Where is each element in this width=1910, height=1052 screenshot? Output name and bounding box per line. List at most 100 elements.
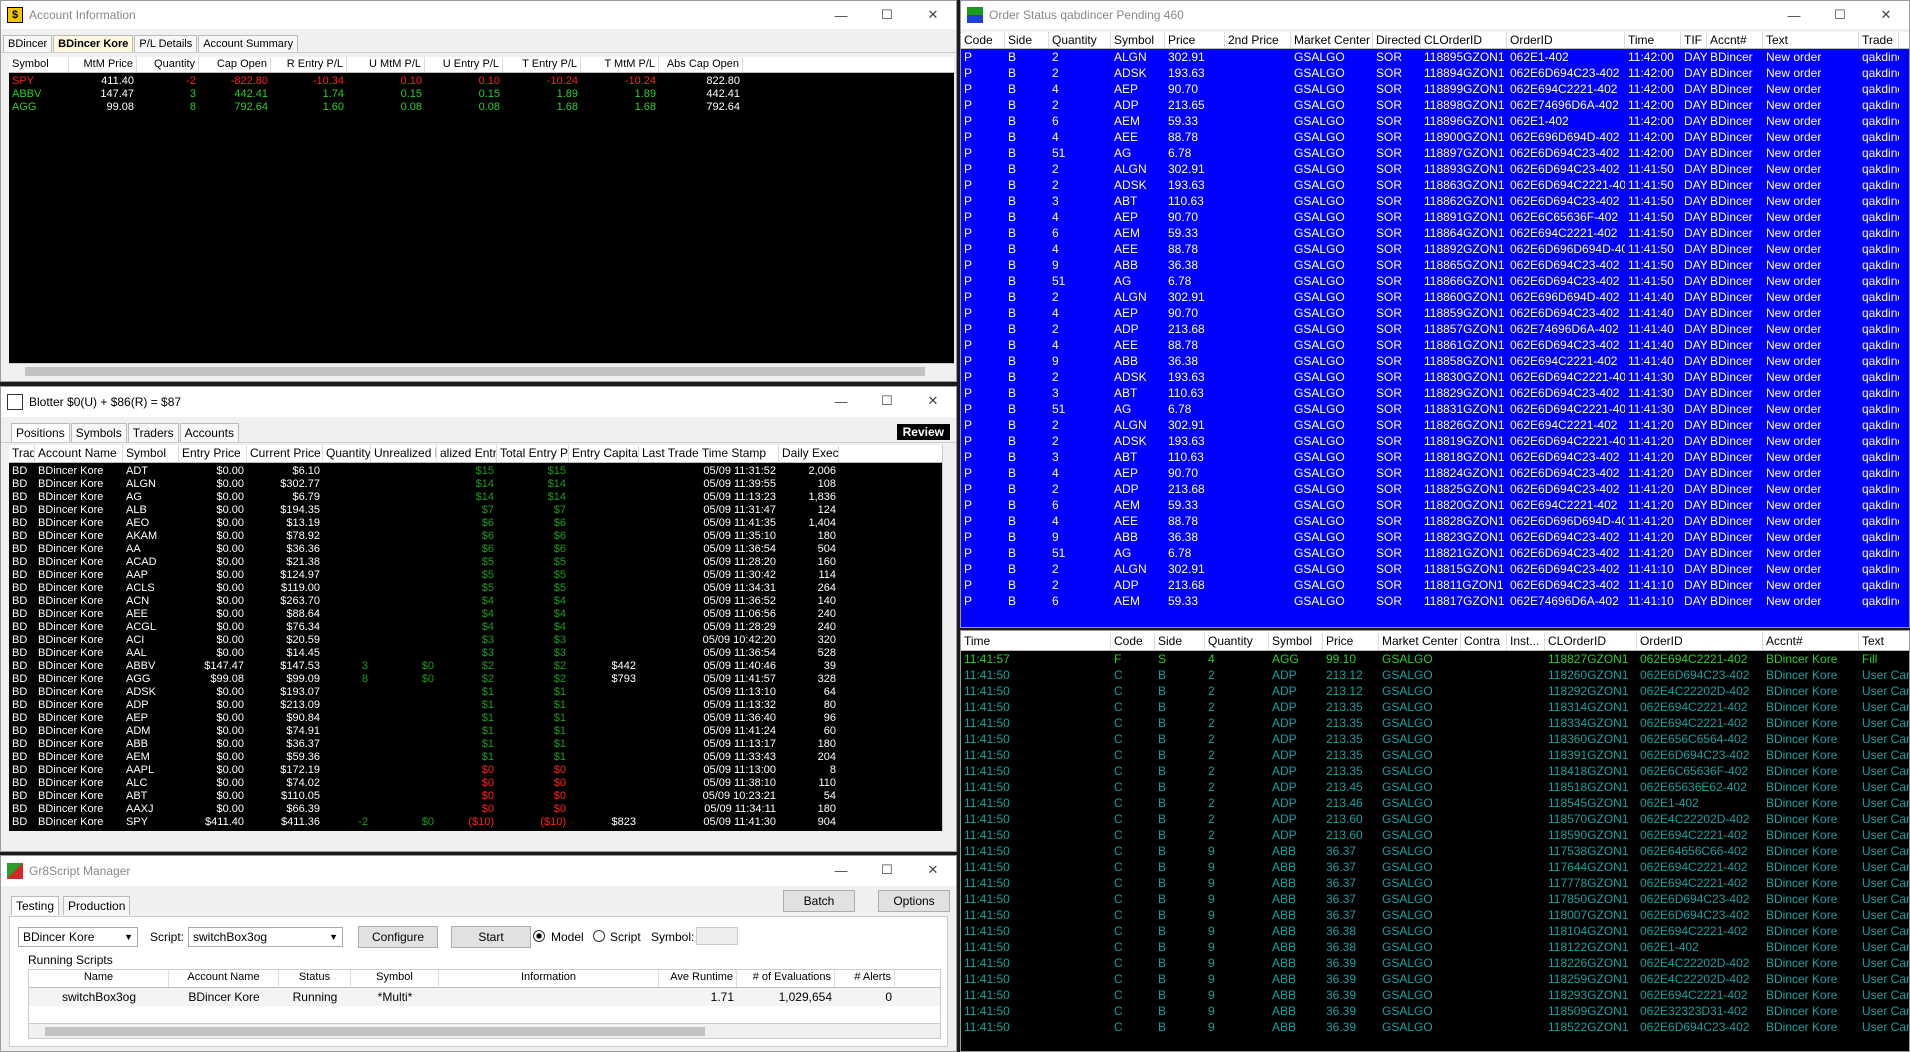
table-row[interactable]: P B 2 ALGN 302.91 GSALGO SOR 118895GZON1 062E1-4…: [961, 49, 1909, 65]
review-button[interactable]: Review: [896, 424, 950, 440]
maximize-icon[interactable]: ☐: [864, 856, 910, 884]
table-row[interactable]: P B 4 AEE 88.78 GSALGO SOR 118900GZON1 062E696D6…: [961, 129, 1909, 145]
table-row[interactable]: 11:41:50 C B 9 ABB 36.39 GSALGO 118509GZON1 062E…: [961, 1003, 1909, 1019]
column-header[interactable]: Symbol: [351, 970, 439, 987]
tab-pl-details[interactable]: P/L Details: [134, 35, 198, 52]
column-header[interactable]: Cap Open: [199, 57, 271, 72]
column-header[interactable]: Market Center: [1291, 32, 1373, 48]
batch-button[interactable]: Batch: [783, 890, 855, 912]
table-row[interactable]: BD BDincer Kore AEE $0.00 $88.64 $4 $4 05/09 11…: [9, 608, 942, 621]
tab-positions[interactable]: Positions: [11, 423, 70, 442]
table-row[interactable]: P B 9 ABB 36.38 GSALGO SOR 118823GZON1 062E6D694…: [961, 529, 1909, 545]
table-row[interactable]: 11:41:50 C B 2 ADP 213.35 GSALGO 118418GZON1 062…: [961, 763, 1909, 779]
table-row[interactable]: 11:41:57 F S 4 AGG 99.10 GSALGO 118827GZON1 062E…: [961, 651, 1909, 667]
table-row[interactable]: BD BDincer Kore ADSK $0.00 $193.07 $1 $1 05/09 …: [9, 686, 942, 699]
column-header[interactable]: Current Price: [247, 445, 323, 462]
table-row[interactable]: BD BDincer Kore ADP $0.00 $213.09 $1 $1 05/09 1…: [9, 699, 942, 712]
column-header[interactable]: Contra: [1461, 633, 1507, 650]
table-row[interactable]: 11:41:50 C B 2 ADP 213.45 GSALGO 118518GZON1 062…: [961, 779, 1909, 795]
column-header[interactable]: Quantity: [1205, 633, 1269, 650]
running-script-row[interactable]: switchBox3og BDincer Kore Running *Multi* 1.…: [29, 988, 940, 1006]
table-row[interactable]: BD BDincer Kore AGG $99.08 $99.09 8 $0 $2 $2 $793…: [9, 673, 942, 686]
table-row[interactable]: P B 51 AG 6.78 GSALGO SOR 118821GZON1 062E6D694C…: [961, 545, 1909, 561]
table-row[interactable]: P B 2 ADSK 193.63 GSALGO SOR 118894GZON1 062E6D6…: [961, 65, 1909, 81]
table-row[interactable]: 11:41:50 C B 9 ABB 36.39 GSALGO 118293GZON1 062E…: [961, 987, 1909, 1003]
column-header[interactable]: U MtM P/L: [347, 57, 425, 72]
options-button[interactable]: Options: [878, 890, 950, 912]
table-row[interactable]: P B 4 AEP 90.70 GSALGO SOR 118899GZON1 062E694C2…: [961, 81, 1909, 97]
table-row[interactable]: BD BDincer Kore ACI $0.00 $20.59 $3 $3 05/09 10…: [9, 634, 942, 647]
table-row[interactable]: P B 4 AEE 88.78 GSALGO SOR 118828GZON1 062E6D696…: [961, 513, 1909, 529]
column-header[interactable]: Quantity: [323, 445, 371, 462]
column-header[interactable]: OrderID: [1507, 32, 1625, 48]
column-header[interactable]: Total Entry P&L: [497, 445, 569, 462]
table-row[interactable]: BD BDincer Kore AAPL $0.00 $172.19 $0 $0 05/09 …: [9, 764, 942, 777]
table-row[interactable]: BD BDincer Kore SPY $411.40 $411.36 -2 $0 ($10)…: [9, 816, 942, 829]
table-row[interactable]: 11:41:50 C B 2 ADP 213.35 GSALGO 118391GZON1 062…: [961, 747, 1909, 763]
table-row[interactable]: BD BDincer Kore ALC $0.00 $74.02 $0 $0 05/09 11…: [9, 777, 942, 790]
column-header[interactable]: CLOrderID: [1545, 633, 1637, 650]
table-row[interactable]: BD BDincer Kore ACN $0.00 $263.70 $4 $4 05/09 1…: [9, 595, 942, 608]
column-header[interactable]: Market Center: [1379, 633, 1461, 650]
table-row[interactable]: BD BDincer Kore ABT $0.00 $110.05 $0 $0 05/09 1…: [9, 790, 942, 803]
column-header[interactable]: Accnt#: [1707, 32, 1763, 48]
table-row[interactable]: BD BDincer Kore ACAD $0.00 $21.38 $5 $5 05/09 1…: [9, 556, 942, 569]
column-header[interactable]: TIF: [1681, 32, 1707, 48]
table-row[interactable]: BD BDincer Kore ACLS $0.00 $119.00 $5 $5 05/09 …: [9, 582, 942, 595]
table-row[interactable]: 11:41:50 C B 9 ABB 36.37 GSALGO 117850GZON1 062E…: [961, 891, 1909, 907]
table-row[interactable]: P B 9 ABB 36.38 GSALGO SOR 118858GZON1 062E694C2…: [961, 353, 1909, 369]
column-header[interactable]: Entry Capital: [569, 445, 639, 462]
table-row[interactable]: BD BDincer Kore AA $0.00 $36.36 $6 $6 05/09 11:…: [9, 543, 942, 556]
column-header[interactable]: # Alerts: [835, 970, 895, 987]
column-header[interactable]: Name: [29, 970, 169, 987]
minimize-icon[interactable]: —: [818, 856, 864, 884]
table-row[interactable]: ABBV 147.47 3 442.41 1.74 0.15 0.15 1.89 1.89 442…: [9, 88, 954, 101]
table-row[interactable]: P B 4 AEP 90.70 GSALGO SOR 118824GZON1 062E6D694…: [961, 465, 1909, 481]
table-row[interactable]: BD BDincer Kore ABBV $147.47 $147.53 3 $0 $2 $2 $…: [9, 660, 942, 673]
table-row[interactable]: P B 9 ABB 36.38 GSALGO SOR 118865GZON1 062E6D694…: [961, 257, 1909, 273]
table-row[interactable]: 11:41:50 C B 9 ABB 36.39 GSALGO 118259GZON1 062E…: [961, 971, 1909, 987]
table-row[interactable]: BD BDincer Kore AEP $0.00 $90.84 $1 $1 05/09 11…: [9, 712, 942, 725]
table-row[interactable]: 11:41:50 C B 9 ABB 36.39 GSALGO 118522GZON1 062E…: [961, 1019, 1909, 1035]
close-icon[interactable]: ✕: [910, 1, 956, 29]
column-header[interactable]: R Entry P/L: [271, 57, 347, 72]
column-header[interactable]: MtM Price: [69, 57, 137, 72]
maximize-icon[interactable]: ☐: [1817, 1, 1863, 29]
table-row[interactable]: P B 2 ALGN 302.91 GSALGO SOR 118860GZON1 062E696…: [961, 289, 1909, 305]
column-header[interactable]: Symbol: [1269, 633, 1323, 650]
tab-account-summary[interactable]: Account Summary: [198, 35, 299, 52]
table-row[interactable]: BD BDincer Kore AAL $0.00 $14.45 $3 $3 05/09 11…: [9, 647, 942, 660]
column-header[interactable]: Inst...: [1507, 633, 1545, 650]
configure-button[interactable]: Configure: [358, 926, 438, 948]
column-header[interactable]: Price: [1323, 633, 1379, 650]
table-row[interactable]: P B 2 ADSK 193.63 GSALGO SOR 118819GZON1 062E6D6…: [961, 433, 1909, 449]
table-row[interactable]: P B 2 ALGN 302.91 GSALGO SOR 118826GZON1 062E694…: [961, 417, 1909, 433]
table-row[interactable]: P B 4 AEP 90.70 GSALGO SOR 118859GZON1 062E6D694…: [961, 305, 1909, 321]
maximize-icon[interactable]: ☐: [864, 1, 910, 29]
column-header[interactable]: alized Entry Pl: [437, 445, 497, 462]
table-row[interactable]: BD BDincer Kore AKAM $0.00 $78.92 $6 $6 05/09 1…: [9, 530, 942, 543]
table-row[interactable]: 11:41:50 C B 2 ADP 213.60 GSALGO 118570GZON1 062…: [961, 811, 1909, 827]
horizontal-scrollbar[interactable]: [9, 363, 954, 378]
table-row[interactable]: BD BDincer Kore AEO $0.00 $13.19 $6 $6 05/09 11…: [9, 517, 942, 530]
table-row[interactable]: P B 2 ADP 213.68 GSALGO SOR 118811GZON1 062E6D69…: [961, 577, 1909, 593]
table-row[interactable]: BD BDincer Kore ABB $0.00 $36.37 $1 $1 05/09 11…: [9, 738, 942, 751]
model-radio[interactable]: [533, 930, 545, 942]
table-row[interactable]: 11:41:50 C B 9 ABB 36.37 GSALGO 117538GZON1 062E…: [961, 843, 1909, 859]
column-header[interactable]: Code: [1111, 633, 1155, 650]
script-radio[interactable]: [593, 930, 605, 942]
table-row[interactable]: 11:41:50 C B 2 ADP 213.12 GSALGO 118260GZON1 062…: [961, 667, 1909, 683]
tab-bdincer-kore[interactable]: BDincer Kore: [53, 35, 134, 52]
table-row[interactable]: 11:41:50 C B 9 ABB 36.38 GSALGO 118122GZON1 062E…: [961, 939, 1909, 955]
table-row[interactable]: 11:41:50 C B 2 ADP 213.46 GSALGO 118545GZON1 062…: [961, 795, 1909, 811]
column-header[interactable]: Trad: [9, 445, 35, 462]
close-icon[interactable]: ✕: [1863, 1, 1909, 29]
table-row[interactable]: SPY 411.40 -2 -822.80 -10.34 0.10 0.10 -10.24 -1…: [9, 75, 954, 88]
column-header[interactable]: Entry Price: [179, 445, 247, 462]
column-header[interactable]: # of Evaluations: [737, 970, 835, 987]
column-header[interactable]: Status: [279, 970, 351, 987]
table-row[interactable]: 11:41:50 C B 9 ABB 36.38 GSALGO 118104GZON1 062E…: [961, 923, 1909, 939]
column-header[interactable]: Symbol: [9, 57, 69, 72]
table-row[interactable]: BD BDincer Kore AEM $0.00 $59.36 $1 $1 05/09 11…: [9, 751, 942, 764]
table-row[interactable]: 11:41:50 C B 2 ADP 213.35 GSALGO 118334GZON1 062…: [961, 715, 1909, 731]
